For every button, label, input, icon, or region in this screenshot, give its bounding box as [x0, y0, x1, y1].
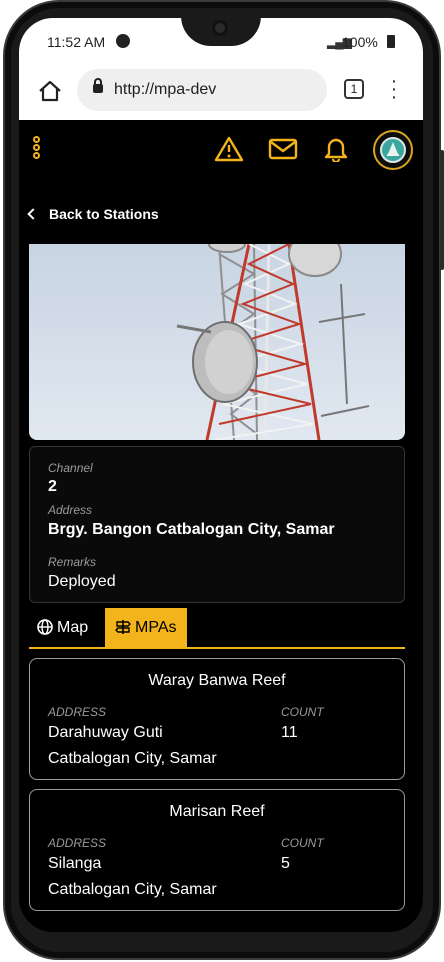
address-value: Brgy. Bangon Catbalogan City, Samar: [48, 521, 335, 538]
mpa-address-label: ADDRESS: [48, 705, 107, 719]
browser-toolbar: http://mpa-dev 1 · · ·: [19, 64, 423, 120]
tab-mpas[interactable]: MPAs: [105, 608, 187, 647]
remarks-value: Deployed: [48, 573, 116, 590]
spotify-icon: [116, 34, 130, 48]
home-icon[interactable]: [37, 79, 63, 103]
phone-side-button: [440, 150, 444, 270]
battery-percent: 100%: [342, 34, 378, 50]
lock-icon: [93, 78, 103, 93]
mpa-count-label: COUNT: [281, 705, 324, 719]
view-tabs: Map MPAs: [29, 608, 405, 649]
tab-mpas-label: MPAs: [135, 619, 177, 636]
mpa-address-line1: Darahuway Guti: [48, 724, 163, 741]
back-to-stations-link[interactable]: Back to Stations: [27, 206, 159, 222]
mpa-card[interactable]: Waray Banwa Reef ADDRESS COUNT Darahuway…: [29, 658, 405, 780]
channel-value: 2: [48, 478, 57, 495]
station-info-card: Channel 2 Address Brgy. Bangon Catbaloga…: [29, 446, 405, 603]
address-bar[interactable]: http://mpa-dev: [77, 69, 327, 111]
bell-icon[interactable]: [321, 136, 351, 162]
mpa-name: Waray Banwa Reef: [148, 672, 286, 689]
avatar-logo: [380, 137, 406, 163]
chevron-left-icon: [27, 208, 39, 220]
status-bar: 11:52 AM ▂▄▆ 100%: [19, 18, 423, 64]
mpa-address-line1: Silanga: [48, 855, 102, 872]
front-camera: [212, 20, 228, 36]
app-menu-icon[interactable]: [33, 136, 43, 160]
mpa-count: 11: [281, 724, 298, 741]
back-label: Back to Stations: [49, 206, 159, 222]
mpa-address-label: ADDRESS: [48, 836, 107, 850]
mpa-count-label: COUNT: [281, 836, 324, 850]
mpa-name: Marisan Reef: [169, 803, 265, 820]
tab-switcher-button[interactable]: 1: [344, 79, 364, 99]
mail-icon[interactable]: [268, 136, 298, 162]
tab-map[interactable]: Map: [29, 608, 103, 647]
mpa-card[interactable]: Marisan Reef ADDRESS COUNT Silanga 5 Cat…: [29, 789, 405, 911]
screen: 11:52 AM ▂▄▆ 100% http://mpa-dev 1 ···: [19, 18, 423, 932]
address-label: Address: [48, 503, 93, 517]
battery-icon: [387, 35, 395, 48]
channel-label: Channel: [48, 461, 93, 475]
mpa-count: 5: [281, 855, 290, 872]
status-time: 11:52 AM: [47, 34, 106, 50]
tab-map-label: Map: [57, 619, 89, 636]
warning-icon[interactable]: [214, 136, 244, 162]
mpa-address-line2: Catbalogan City, Samar: [48, 881, 217, 898]
signpost-icon: [115, 620, 131, 634]
user-avatar[interactable]: [373, 130, 413, 170]
browser-menu-icon[interactable]: · · ·: [389, 71, 399, 107]
globe-icon: [37, 619, 53, 635]
station-photo: [29, 244, 405, 440]
remarks-label: Remarks: [48, 555, 97, 569]
mpa-address-line2: Catbalogan City, Samar: [48, 750, 217, 767]
url-text: http://mpa-dev: [114, 81, 217, 98]
